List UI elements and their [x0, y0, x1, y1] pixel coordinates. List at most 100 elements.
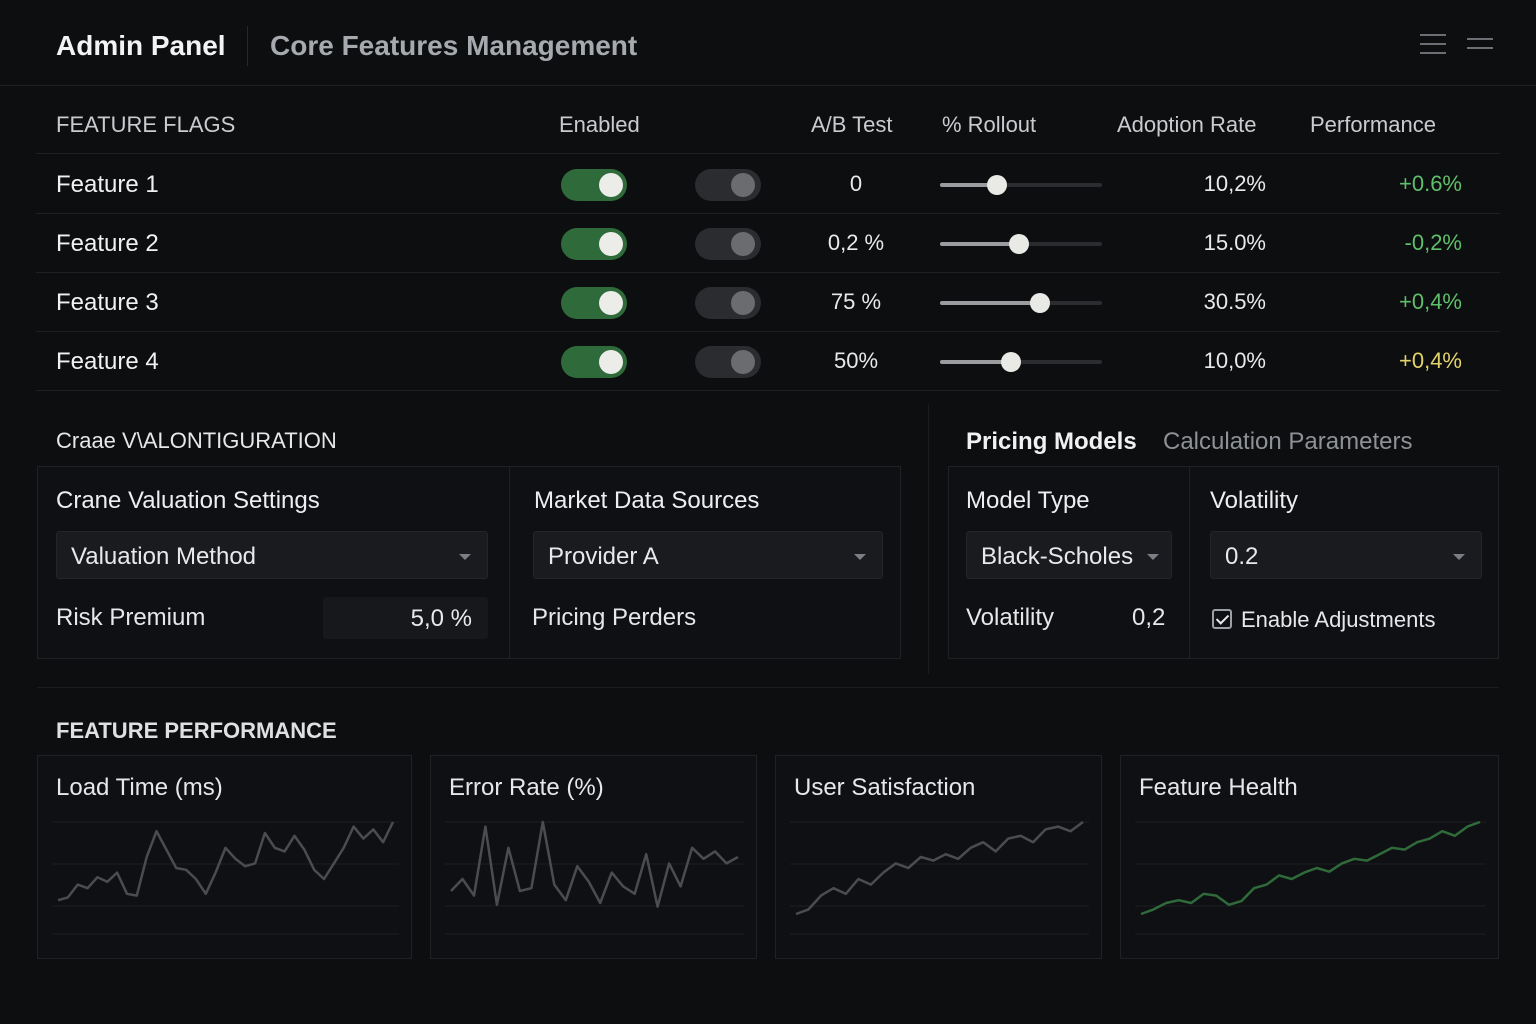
menu-icon[interactable]	[1420, 34, 1446, 56]
config-panel: Crane Valuation Settings Valuation Metho…	[37, 466, 901, 659]
sparkline-series	[57, 821, 395, 902]
toggle-knob	[599, 350, 623, 374]
risk-premium-input[interactable]: 5,0 %	[323, 597, 488, 639]
ab-test-toggle[interactable]	[695, 228, 761, 260]
slider-thumb[interactable]	[1009, 234, 1030, 254]
ab-test-toggle[interactable]	[695, 287, 761, 319]
ab-test-toggle[interactable]	[695, 346, 761, 378]
col-rollout: % Rollout	[942, 112, 1037, 137]
performance-delta: +0,4%	[1399, 348, 1462, 373]
model-type-value: Black-Scholes	[981, 543, 1134, 570]
pricing-providers-label: Pricing Perders	[532, 604, 697, 631]
col-performance: Performance	[1310, 112, 1436, 137]
rollout-slider[interactable]	[940, 234, 1102, 254]
feature-name: Feature 4	[56, 348, 159, 375]
volatility-label: Volatility	[966, 604, 1055, 631]
market-data-title: Market Data Sources	[534, 487, 760, 514]
sparkline-chart	[1135, 820, 1486, 935]
sparkline-chart	[790, 820, 1089, 935]
col-feature-flags: FEATURE FLAGS	[56, 112, 236, 137]
col-enabled: Enabled	[559, 112, 640, 137]
performance-card: User Satisfaction	[775, 755, 1102, 959]
section-divider	[37, 687, 1499, 688]
pricing-panel: Model Type Black-Scholes Volatility 0,2 …	[948, 466, 1499, 659]
sparkline-series	[795, 820, 1084, 916]
performance-delta: +0.6%	[1399, 171, 1462, 196]
col-adoption-rate: Adoption Rate	[1117, 112, 1257, 137]
table-row: Feature 1 0 10,2% +0.6%	[36, 155, 1500, 214]
section-divider	[928, 404, 929, 674]
panel-divider	[509, 467, 510, 658]
sparkline-series	[1140, 820, 1481, 916]
risk-premium-label: Risk Premium	[56, 604, 206, 631]
toggle-knob	[599, 173, 623, 197]
performance-delta: +0,4%	[1399, 289, 1462, 314]
toggle-knob	[599, 232, 623, 256]
performance-card: Load Time (ms)	[37, 755, 412, 959]
feature-performance-title: FEATURE PERFORMANCE	[56, 718, 337, 743]
slider-fill	[940, 301, 1041, 305]
volatility-select-value: 0.2	[1225, 543, 1259, 570]
feature-name: Feature 2	[56, 230, 159, 257]
col-ab-test: A/B Test	[811, 112, 893, 137]
app-title: Admin Panel	[56, 30, 226, 61]
ab-test-value: 0,2 %	[827, 230, 885, 255]
chevron-down-icon	[459, 554, 471, 560]
ab-test-value: 75 %	[830, 289, 882, 314]
app-header: Admin Panel Core Features Management	[0, 0, 1536, 86]
rollout-slider[interactable]	[940, 175, 1102, 195]
tab-pricing-models[interactable]: Pricing Models	[966, 428, 1137, 456]
config-section-title: Craae V\ALONTIGURATION	[56, 428, 337, 453]
adoption-rate: 10,0%	[1203, 348, 1266, 373]
chevron-down-icon	[1453, 554, 1465, 560]
chevron-down-icon	[1147, 554, 1159, 560]
sparkline-chart	[445, 820, 744, 935]
table-row: Feature 2 0,2 % 15.0% -0,2%	[36, 214, 1500, 273]
provider-select[interactable]: Provider A	[533, 531, 883, 579]
toggle-knob	[731, 173, 755, 197]
adoption-rate: 15.0%	[1203, 230, 1266, 255]
crane-valuation-title: Crane Valuation Settings	[56, 487, 320, 514]
slider-thumb[interactable]	[1001, 352, 1022, 372]
toggle-knob	[731, 232, 755, 256]
performance-delta: -0,2%	[1404, 230, 1462, 255]
enabled-toggle[interactable]	[561, 287, 627, 319]
volatility-value: 0,2	[1132, 604, 1166, 631]
enabled-toggle[interactable]	[561, 346, 627, 378]
chevron-down-icon	[854, 554, 866, 560]
valuation-method-select[interactable]: Valuation Method	[56, 531, 488, 579]
slider-thumb[interactable]	[986, 175, 1007, 195]
slider-thumb[interactable]	[1030, 293, 1051, 313]
minimize-icon[interactable]	[1467, 38, 1493, 60]
page-title: Core Features Management	[270, 30, 638, 61]
valuation-method-value: Valuation Method	[71, 543, 257, 570]
model-type-select[interactable]: Black-Scholes	[966, 531, 1172, 579]
feature-flags-header: FEATURE FLAGS Enabled A/B Test % Rollout…	[36, 98, 1500, 154]
performance-card: Feature Health	[1120, 755, 1499, 959]
volatility-select[interactable]: 0.2	[1210, 531, 1482, 579]
rollout-slider[interactable]	[940, 352, 1102, 372]
volatility-title: Volatility	[1210, 487, 1299, 514]
toggle-knob	[731, 350, 755, 374]
table-row: Feature 4 50% 10,0% +0,4%	[36, 332, 1500, 391]
sparkline-chart	[52, 821, 399, 935]
panel-divider	[1189, 467, 1190, 658]
toggle-knob	[599, 291, 623, 315]
table-row: Feature 3 75 % 30.5% +0,4%	[36, 273, 1500, 332]
adoption-rate: 30.5%	[1203, 289, 1266, 314]
enabled-toggle[interactable]	[561, 169, 627, 201]
enable-adjustments-checkbox[interactable]	[1212, 609, 1232, 629]
enable-adjustments-label: Enable Adjustments	[1241, 607, 1436, 632]
toggle-knob	[731, 291, 755, 315]
ab-test-value: 50%	[833, 348, 879, 373]
performance-card: Error Rate (%)	[430, 755, 757, 959]
enabled-toggle[interactable]	[561, 228, 627, 260]
model-type-title: Model Type	[966, 487, 1090, 514]
header-divider	[247, 26, 248, 66]
rollout-slider[interactable]	[940, 293, 1102, 313]
adoption-rate: 10,2%	[1203, 171, 1266, 196]
tab-calculation-parameters[interactable]: Calculation Parameters	[1163, 428, 1412, 456]
ab-test-toggle[interactable]	[695, 169, 761, 201]
ab-test-value: 0	[849, 171, 863, 196]
feature-name: Feature 1	[56, 171, 159, 198]
